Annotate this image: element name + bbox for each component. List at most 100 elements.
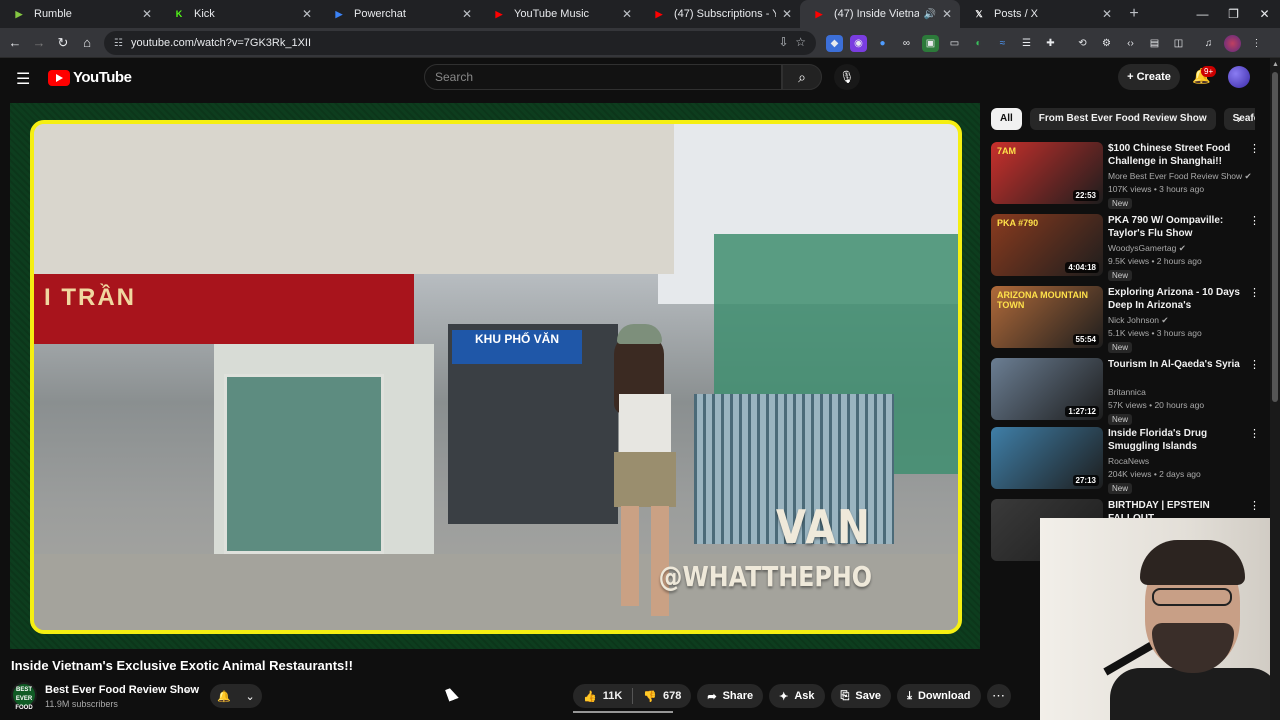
history-icon[interactable]: ⟲	[1074, 35, 1091, 52]
recommendation-thumbnail[interactable]: PKA #790 4:04:18	[991, 214, 1103, 276]
devtools-icon[interactable]: ‹›	[1122, 35, 1139, 52]
close-tab-icon[interactable]: ✕	[942, 7, 952, 21]
recommendation-channel[interactable]: More Best Ever Food Review Show ✔	[1108, 171, 1252, 182]
chevron-right-icon[interactable]: ›	[1237, 112, 1241, 126]
site-info-icon[interactable]: ☷	[114, 38, 123, 49]
recommendation-channel[interactable]: Nick Johnson ✔	[1108, 315, 1169, 326]
filter-chip[interactable]: All	[991, 108, 1022, 130]
recommendation-title[interactable]: PKA 790 W/ Oompaville: Taylor's Flu Show	[1108, 214, 1243, 240]
filter-chip[interactable]: From Best Ever Food Review Show	[1029, 108, 1216, 130]
recommendation-title[interactable]: Inside Florida's Drug Smuggling Islands	[1108, 427, 1243, 453]
close-tab-icon[interactable]: ✕	[302, 7, 312, 21]
close-tab-icon[interactable]: ✕	[622, 7, 632, 21]
restore-icon[interactable]: ❐	[1218, 0, 1249, 28]
recommendation-thumbnail[interactable]: 27:13	[991, 427, 1103, 489]
extension-window-icon[interactable]: ▭	[946, 35, 963, 52]
recommendation-thumbnail[interactable]: 7AM 22:53	[991, 142, 1103, 204]
create-button[interactable]: + Create	[1118, 64, 1180, 90]
recommendation-item[interactable]: PKA #790 4:04:18 PKA 790 W/ Oompaville: Ta…	[991, 214, 1260, 281]
extension-sliders-icon[interactable]: ☰	[1018, 35, 1035, 52]
browser-tab[interactable]: ▶ Powerchat ✕	[320, 0, 480, 28]
close-window-icon[interactable]: ✕	[1249, 0, 1280, 28]
recommendation-title[interactable]: $100 Chinese Street Food Challenge in Sh…	[1108, 142, 1243, 168]
youtube-logo[interactable]: YouTube	[48, 69, 132, 86]
extension-wave-icon[interactable]: ≈	[994, 35, 1011, 52]
ask-button[interactable]: ✦ Ask	[769, 684, 825, 708]
filter-chips: AllFrom Best Ever Food Review ShowSeafoo…	[991, 108, 1255, 130]
tab-title: Powerchat	[354, 8, 406, 20]
close-tab-icon[interactable]: ✕	[142, 7, 152, 21]
like-button[interactable]: 👍 11K	[573, 684, 632, 708]
account-avatar[interactable]	[1228, 66, 1250, 88]
browser-tab[interactable]: ▶ (47) Inside Vietnam's Exclus🔊 ✕	[800, 0, 960, 28]
address-bar[interactable]: ☷ youtube.com/watch?v=7GK3Rk_1XII ⇩ ☆	[104, 31, 816, 55]
forward-icon[interactable]: →	[27, 35, 51, 50]
extension-shield-icon[interactable]: ◆	[826, 34, 843, 52]
video-overlay-handle: @WHATTHEPHO	[658, 560, 872, 593]
extension-badge-icon[interactable]: ▣	[922, 34, 939, 52]
sidepanel-icon[interactable]: ◫	[1170, 35, 1187, 52]
profile-avatar-icon[interactable]	[1224, 34, 1241, 52]
more-options-icon[interactable]: ⋮	[1249, 358, 1260, 371]
search-input[interactable]: Search	[424, 64, 782, 90]
extension-dot-icon[interactable]: ●	[874, 35, 891, 52]
more-options-icon[interactable]: ⋮	[1249, 286, 1260, 299]
voice-search-button[interactable]: 🎙	[834, 64, 860, 90]
subscription-bell-button[interactable]: 🔔 ⌄	[210, 684, 262, 708]
extension-leaf-icon[interactable]: ◐	[970, 35, 987, 52]
recommendation-thumbnail[interactable]: ARIZONA MOUNTAIN TOWN 55:54	[991, 286, 1103, 348]
close-tab-icon[interactable]: ✕	[1102, 7, 1112, 21]
more-options-icon[interactable]: ⋮	[1249, 499, 1260, 512]
video-frame[interactable]: I TRẦN KHU PHỐ VĂN VAN @WHATTHEPHO	[30, 120, 962, 634]
save-button[interactable]: ⎘ Save	[830, 684, 892, 708]
channel-avatar[interactable]: BEST EVER FOOD	[11, 682, 37, 711]
new-tab-button[interactable]: +	[1120, 5, 1148, 23]
back-icon[interactable]: ←	[3, 35, 27, 50]
recommendation-channel[interactable]: Britannica	[1108, 387, 1146, 397]
recommendation-channel[interactable]: WoodysGamertag ✔	[1108, 243, 1186, 254]
browser-menu-icon[interactable]: ⋮	[1248, 35, 1265, 52]
person-top	[619, 394, 671, 454]
extension-glasses-icon[interactable]: ∞	[898, 35, 915, 52]
search-button[interactable]: ⌕	[782, 64, 822, 90]
reload-icon[interactable]: ↻	[51, 35, 75, 51]
recommendation-title[interactable]: Exploring Arizona - 10 Days Deep In Ariz…	[1108, 286, 1243, 312]
recommendation-channel[interactable]: RocaNews	[1108, 456, 1149, 466]
minimize-icon[interactable]: —	[1187, 0, 1218, 28]
scrollbar-thumb[interactable]	[1272, 72, 1278, 402]
browser-tab[interactable]: 𝕏 Posts / X ✕	[960, 0, 1120, 28]
more-actions-icon[interactable]: ⋯	[986, 684, 1011, 708]
download-button[interactable]: ⤓ Download	[897, 684, 981, 708]
bookmark-star-icon[interactable]: ☆	[795, 35, 806, 49]
tab-audio-icon[interactable]: 🔊	[923, 9, 935, 20]
scroll-up-icon[interactable]: ▲	[1272, 61, 1279, 68]
recommendation-item[interactable]: 27:13 Inside Florida's Drug Smuggling Isl…	[991, 427, 1260, 494]
extensions-puzzle-icon[interactable]: ✚	[1042, 35, 1059, 52]
dislike-button[interactable]: 👎 678	[633, 684, 691, 708]
browser-tab[interactable]: ▶ (47) Subscriptions - YouTube ✕	[640, 0, 800, 28]
extension-camera-icon[interactable]: ◉	[850, 34, 867, 52]
home-icon[interactable]: ⌂	[75, 35, 99, 50]
extension-gear-icon[interactable]: ⚙	[1098, 35, 1115, 52]
more-options-icon[interactable]: ⋮	[1249, 142, 1260, 155]
browser-tab[interactable]: K Kick ✕	[160, 0, 320, 28]
recommendation-item[interactable]: 7AM 22:53 $100 Chinese Street Food Challen…	[991, 142, 1260, 209]
page-scrollbar[interactable]: ▲	[1270, 58, 1280, 720]
recommendation-title[interactable]: Tourism In Al-Qaeda's Syria	[1108, 358, 1243, 371]
browser-tab[interactable]: ▶ YouTube Music ✕	[480, 0, 640, 28]
share-button[interactable]: ➦ Share	[697, 684, 764, 708]
recommendation-item[interactable]: ARIZONA MOUNTAIN TOWN 55:54 Exploring Ariz…	[991, 286, 1260, 353]
browser-tab[interactable]: ▶ Rumble ✕	[0, 0, 160, 28]
more-options-icon[interactable]: ⋮	[1249, 214, 1260, 227]
close-tab-icon[interactable]: ✕	[462, 7, 472, 21]
reading-list-icon[interactable]: ▤	[1146, 35, 1163, 52]
media-controls-icon[interactable]: ♫	[1200, 35, 1217, 52]
youtube-wordmark: YouTube	[73, 69, 132, 86]
recommendation-thumbnail[interactable]: 1:27:12	[991, 358, 1103, 420]
channel-name[interactable]: Best Ever Food Review Show	[45, 684, 199, 696]
close-tab-icon[interactable]: ✕	[782, 7, 792, 21]
install-icon[interactable]: ⇩	[779, 35, 789, 49]
more-options-icon[interactable]: ⋮	[1249, 427, 1260, 440]
recommendation-item[interactable]: 1:27:12 Tourism In Al-Qaeda's Syria Britan…	[991, 358, 1260, 425]
hamburger-menu-icon[interactable]: ☰	[16, 69, 30, 89]
